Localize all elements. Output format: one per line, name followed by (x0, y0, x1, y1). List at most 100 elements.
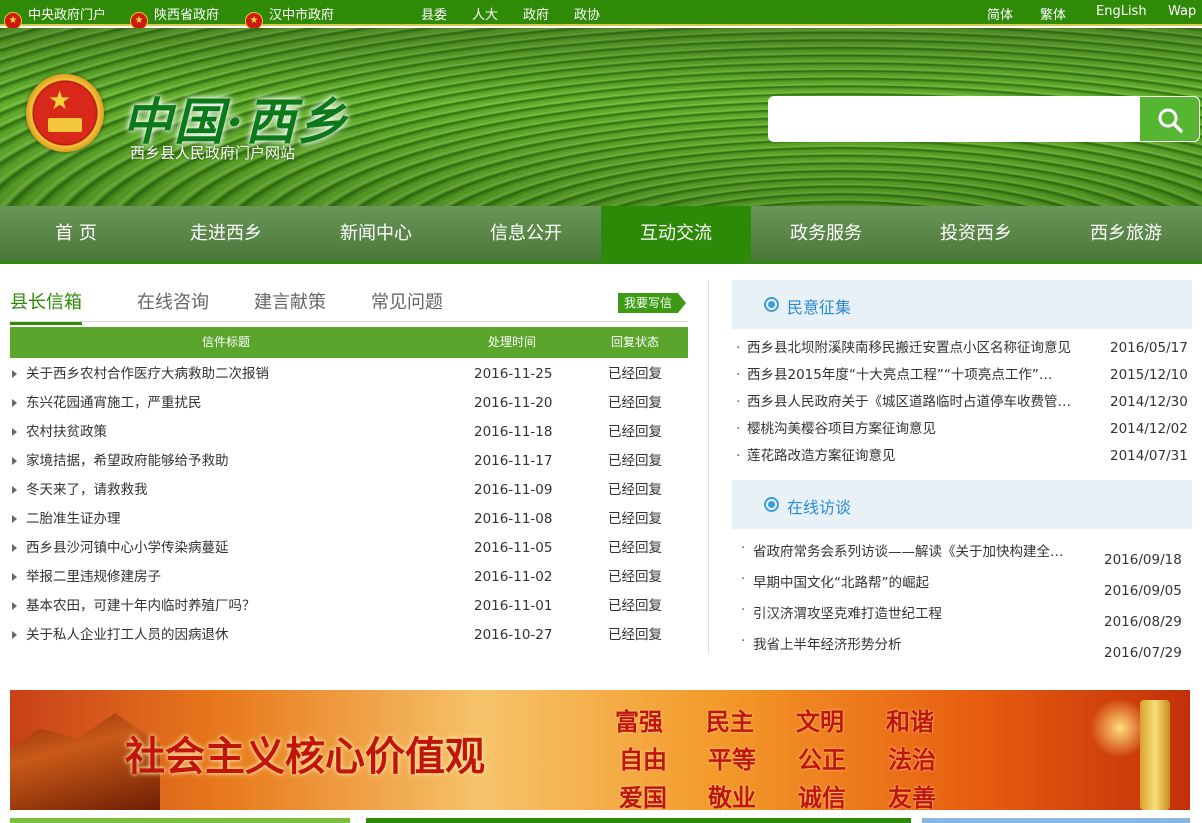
opinion-title[interactable]: 西乡县人民政府关于《城区道路临时占道停车收费管… (747, 389, 1092, 415)
top-bar: ★ 中央政府门户 ★ 陕西省政府 ★ 汉中市政府 县委 人大 政府 政协 简体 繁体 … (0, 0, 1202, 30)
tab-suggestions[interactable]: 建言献策 (254, 288, 326, 314)
search-icon (1158, 108, 1183, 133)
link-traditional[interactable]: 繁体 (1040, 4, 1066, 23)
link-wap[interactable]: Wap (1168, 4, 1196, 19)
opinion-date: 2014/12/02 (1110, 421, 1188, 437)
tab-mayor-mailbox[interactable]: 县长信箱 (10, 288, 82, 325)
tab-faq[interactable]: 常见问题 (371, 288, 443, 314)
nav-news[interactable]: 新闻中心 (301, 206, 451, 264)
letter-date: 2016-11-17 (474, 453, 553, 469)
value-word: 敬业 (708, 783, 756, 810)
opinion-date: 2014/07/31 (1110, 448, 1188, 464)
search-input[interactable] (768, 96, 1140, 142)
search-button[interactable] (1139, 96, 1200, 142)
opinion-title[interactable]: 西乡县2015年度“十大亮点工程”“十项亮点工作”… (747, 362, 1092, 388)
arrow-right-icon (12, 544, 17, 552)
tab-online-consult[interactable]: 在线咨询 (137, 288, 209, 314)
interview-section-header: 在线访谈 (732, 480, 1192, 529)
letter-title[interactable]: 东兴花园通宵施工，严重扰民 (26, 389, 202, 417)
mailbox-rows: 关于西乡农村合作医疗大病救助二次报销 2016-11-25 已经回复 东兴花园通宵施… (10, 360, 688, 650)
column-divider (708, 280, 709, 654)
letter-title[interactable]: 关于西乡农村合作医疗大病救助二次报销 (26, 360, 269, 388)
bullet-icon: · (741, 633, 746, 649)
list-item: · 莲花路改造方案征询意见 2014/07/31 (732, 443, 1192, 470)
list-item: · 我省上半年经济形势分析 2016/07/29 (732, 633, 1192, 667)
opinion-heading[interactable]: 民意征集 (787, 294, 851, 318)
list-item: · 西乡县人民政府关于《城区道路临时占道停车收费管… 2014/12/30 (732, 389, 1192, 416)
bullet-icon: · (741, 602, 746, 618)
opinion-section-header: 民意征集 (732, 280, 1192, 329)
letter-title[interactable]: 冬天来了，请救救我 (26, 476, 148, 504)
header-banner: ★ 中国·西乡 西乡县人民政府门户网站 (0, 28, 1202, 206)
link-cppcc[interactable]: 政协 (574, 4, 600, 23)
national-emblem-icon: ★ (26, 74, 104, 152)
interview-title[interactable]: 引汉济渭攻坚克难打造世纪工程 (753, 601, 1098, 627)
interview-title[interactable]: 省政府常务会系列访谈——解读《关于加快构建全… (753, 539, 1098, 565)
table-row: 冬天来了，请救救我 2016-11-09 已经回复 (10, 476, 688, 505)
letter-status: 已经回复 (608, 569, 662, 585)
opinion-title[interactable]: 西乡县北坝附溪陕南移民搬迁安置点小区名称征询意见 (747, 335, 1092, 361)
write-letter-button[interactable]: 我要写信 (618, 293, 686, 313)
letter-title[interactable]: 农村扶贫政策 (26, 418, 107, 446)
letter-date: 2016-11-20 (474, 395, 553, 411)
value-word: 民主 (706, 707, 754, 736)
link-government[interactable]: 政府 (523, 4, 549, 23)
interview-date: 2016/08/29 (1104, 614, 1182, 630)
opinion-date: 2015/12/10 (1110, 367, 1188, 383)
value-word: 爱国 (619, 783, 667, 810)
nav-info-public[interactable]: 信息公开 (451, 206, 601, 264)
table-row: 农村扶贫政策 2016-11-18 已经回复 (10, 418, 688, 447)
link-shaanxi-gov[interactable]: ★ 陕西省政府 (130, 4, 219, 30)
interview-date: 2016/09/18 (1104, 552, 1182, 568)
bullet-icon: · (736, 367, 741, 383)
nav-interaction[interactable]: 互动交流 (601, 206, 751, 264)
nav-invest[interactable]: 投资西乡 (901, 206, 1051, 264)
link-english[interactable]: EngLish (1096, 4, 1147, 19)
nav-services[interactable]: 政务服务 (751, 206, 901, 264)
radio-dot-icon (764, 297, 779, 312)
letter-title[interactable]: 关于私人企业打工人员的因病退休 (26, 621, 229, 649)
link-central-gov[interactable]: ★ 中央政府门户 (4, 4, 106, 30)
nav-tourism[interactable]: 西乡旅游 (1051, 206, 1201, 264)
value-word: 自由 (619, 745, 667, 774)
letter-title[interactable]: 举报二里违规修建房子 (26, 563, 161, 591)
letter-title[interactable]: 基本农田，可建十年内临时养殖厂吗？ (26, 592, 256, 620)
link-county-committee[interactable]: 县委 (421, 4, 447, 23)
table-row: 二胎准生证办理 2016-11-08 已经回复 (10, 505, 688, 534)
arrow-right-icon (12, 457, 17, 465)
arrow-right-icon (12, 515, 17, 523)
letter-title[interactable]: 西乡县沙河镇中心小学传染病蔓延 (26, 534, 229, 562)
bullet-icon: · (736, 421, 741, 437)
core-values-banner[interactable]: 社会主义核心价值观 富强 民主 文明 和谐 自由 平等 公正 法治 爱国 敬业 … (10, 690, 1190, 810)
bullet-icon: · (736, 340, 741, 356)
interview-title[interactable]: 早期中国文化“北路帮”的崛起 (753, 570, 1098, 596)
letter-title[interactable]: 二胎准生证办理 (26, 505, 121, 533)
table-row: 家境拮据，希望政府能够给予救助 2016-11-17 已经回复 (10, 447, 688, 476)
interview-date: 2016/09/05 (1104, 583, 1182, 599)
opinion-list: · 西乡县北坝附溪陕南移民搬迁安置点小区名称征询意见 2016/05/17 · 西乡县… (732, 335, 1192, 470)
arrow-right-icon (12, 370, 17, 378)
nav-about[interactable]: 走进西乡 (151, 206, 301, 264)
table-row: 东兴花园通宵施工，严重扰民 2016-11-20 已经回复 (10, 389, 688, 418)
mailbox-panel: 县长信箱 在线咨询 建言献策 常见问题 我要写信 信件标题 处理时间 回复状态 … (10, 278, 688, 643)
link-hanzhong-gov[interactable]: ★ 汉中市政府 (245, 4, 334, 30)
link-npc[interactable]: 人大 (472, 4, 498, 23)
link-simplified[interactable]: 简体 (987, 4, 1013, 23)
list-item: · 西乡县2015年度“十大亮点工程”“十项亮点工作”… 2015/12/10 (732, 362, 1192, 389)
interview-heading[interactable]: 在线访谈 (787, 494, 851, 518)
bottom-section-bars (10, 818, 1190, 823)
nav-home[interactable]: 首 页 (1, 206, 151, 264)
col-title: 信件标题 (202, 335, 251, 349)
bullet-icon: · (736, 394, 741, 410)
opinion-title[interactable]: 樱桃沟美樱谷项目方案征询意见 (747, 416, 1092, 442)
bullet-icon: · (741, 540, 746, 556)
arrow-right-icon (12, 399, 17, 407)
opinion-title[interactable]: 莲花路改造方案征询意见 (747, 443, 1092, 469)
interview-list: · 省政府常务会系列访谈——解读《关于加快构建全… 2016/09/18 · 早期中国… (732, 540, 1192, 667)
letter-status: 已经回复 (608, 395, 662, 411)
table-row: 基本农田，可建十年内临时养殖厂吗？ 2016-11-01 已经回复 (10, 592, 688, 621)
opinion-date: 2016/05/17 (1110, 340, 1188, 356)
letter-title[interactable]: 家境拮据，希望政府能够给予救助 (26, 447, 229, 475)
arrow-right-icon (12, 602, 17, 610)
interview-title[interactable]: 我省上半年经济形势分析 (753, 632, 1098, 658)
